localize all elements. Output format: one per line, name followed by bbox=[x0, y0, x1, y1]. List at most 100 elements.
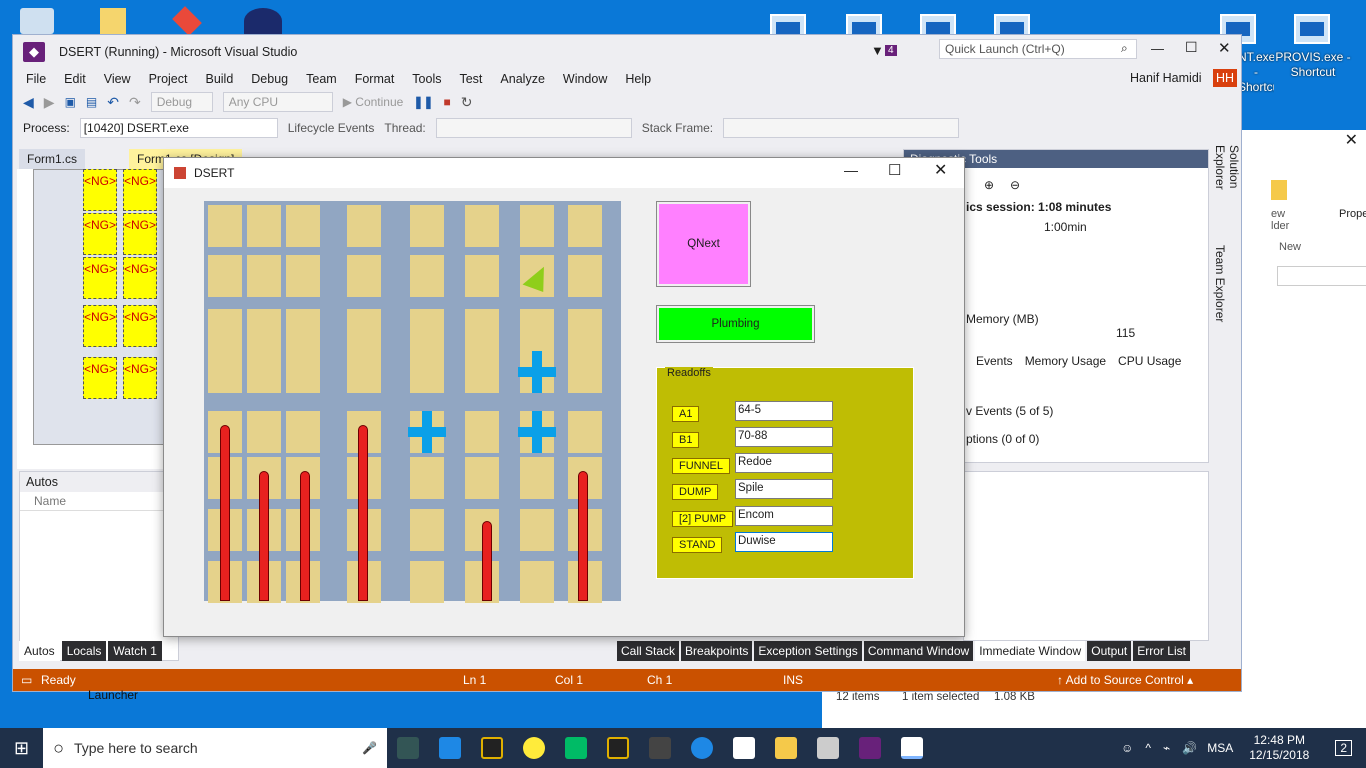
board-cell[interactable] bbox=[520, 457, 554, 499]
board-cell[interactable] bbox=[410, 205, 444, 247]
board-cell[interactable] bbox=[208, 255, 242, 297]
ng-cell[interactable]: <NG> bbox=[83, 305, 117, 347]
pause-icon[interactable]: ❚❚ bbox=[413, 95, 433, 109]
thread-select[interactable] bbox=[435, 118, 632, 138]
ng-cell[interactable]: <NG> bbox=[123, 357, 157, 399]
textbox-b1[interactable]: 70-88 bbox=[735, 427, 833, 447]
tab-locals[interactable]: Locals bbox=[61, 641, 107, 661]
app-v-icon[interactable] bbox=[607, 737, 630, 759]
board-cell[interactable] bbox=[568, 255, 602, 297]
tab-command-window[interactable]: Command Window bbox=[863, 641, 974, 661]
board-cell[interactable] bbox=[410, 457, 444, 499]
board-cell[interactable] bbox=[410, 309, 444, 351]
visual-studio-icon[interactable] bbox=[859, 737, 882, 759]
clock[interactable]: 12:48 PM 12/15/2018 bbox=[1249, 733, 1309, 763]
board-cell[interactable] bbox=[465, 309, 499, 351]
textbox-pump[interactable]: Encom bbox=[735, 506, 833, 526]
continue-button[interactable]: ▶ Continue bbox=[343, 95, 404, 109]
microphone-icon[interactable]: 🎤 bbox=[362, 741, 377, 755]
ng-cell[interactable]: <NG> bbox=[123, 305, 157, 347]
board-cell[interactable] bbox=[410, 351, 444, 393]
board-cell[interactable] bbox=[286, 411, 320, 453]
filter-icon[interactable]: ▼ bbox=[871, 43, 884, 58]
menu-debug[interactable]: Debug bbox=[242, 72, 297, 86]
tab-cpu-usage[interactable]: CPU Usage bbox=[1118, 354, 1181, 368]
process-select[interactable]: [10420] DSERT.exe bbox=[79, 118, 278, 138]
save-icon[interactable]: ▣ bbox=[65, 95, 76, 109]
app-icon[interactable] bbox=[565, 737, 588, 759]
tab-form1-cs[interactable]: Form1.cs bbox=[19, 149, 86, 169]
triangle-app-icon[interactable] bbox=[649, 737, 672, 759]
eclipse-icon[interactable] bbox=[244, 8, 282, 34]
platform-select[interactable]: Any CPU bbox=[222, 92, 333, 112]
pipe-cross-piece[interactable] bbox=[518, 411, 556, 453]
edge-icon[interactable] bbox=[439, 737, 462, 759]
notification-icon[interactable]: 2 bbox=[1335, 740, 1352, 756]
notification-count[interactable]: 4 bbox=[885, 45, 897, 56]
autos-name-column[interactable]: Name bbox=[20, 492, 178, 511]
app-icon[interactable] bbox=[172, 6, 202, 36]
lifecycle-events[interactable]: Lifecycle Events bbox=[288, 121, 375, 135]
back-icon[interactable]: ◀ bbox=[23, 94, 34, 111]
close-icon[interactable]: ✕ bbox=[934, 160, 947, 180]
minimize-icon[interactable]: — bbox=[1151, 41, 1164, 56]
board-cell[interactable] bbox=[247, 411, 281, 453]
board-cell[interactable] bbox=[520, 561, 554, 603]
tab-memory-usage[interactable]: Memory Usage bbox=[1025, 354, 1106, 368]
board-cell[interactable] bbox=[568, 309, 602, 351]
board-cell[interactable] bbox=[247, 255, 281, 297]
tab-watch-1[interactable]: Watch 1 bbox=[108, 641, 162, 661]
board-cell[interactable] bbox=[286, 309, 320, 351]
tab-autos[interactable]: Autos bbox=[19, 641, 60, 661]
chat-icon[interactable] bbox=[691, 737, 714, 759]
board-cell[interactable] bbox=[410, 255, 444, 297]
board-cell[interactable] bbox=[465, 205, 499, 247]
board-cell[interactable] bbox=[347, 205, 381, 247]
board-cell[interactable] bbox=[208, 309, 242, 351]
board-cell[interactable] bbox=[286, 255, 320, 297]
desktop-icon[interactable] bbox=[1294, 14, 1330, 44]
menu-team[interactable]: Team bbox=[297, 72, 346, 86]
lightbulb-icon[interactable] bbox=[523, 737, 546, 759]
qnext-button[interactable]: QNext bbox=[656, 201, 751, 287]
board-cell[interactable] bbox=[568, 411, 602, 453]
search-icon[interactable]: ⌕ bbox=[1121, 41, 1128, 56]
start-icon[interactable]: ⊞ bbox=[14, 738, 29, 759]
ng-cell[interactable]: <NG> bbox=[83, 357, 117, 399]
restart-icon[interactable]: ↻ bbox=[461, 94, 473, 111]
textbox-dump[interactable]: Spile bbox=[735, 479, 833, 499]
textbox-stand[interactable]: Duwise bbox=[735, 532, 833, 552]
package-icon[interactable] bbox=[817, 737, 840, 759]
ng-cell[interactable]: <NG> bbox=[123, 257, 157, 299]
board-cell[interactable] bbox=[208, 351, 242, 393]
maximize-icon[interactable]: ☐ bbox=[1185, 39, 1198, 56]
board-cell[interactable] bbox=[465, 457, 499, 499]
volume-icon[interactable]: 🔊 bbox=[1182, 741, 1197, 755]
add-to-source-control[interactable]: ↑ Add to Source Control ▴ bbox=[1057, 673, 1193, 687]
board-cell[interactable] bbox=[247, 205, 281, 247]
keyboard-language[interactable]: MSA bbox=[1207, 741, 1233, 755]
ng-cell[interactable]: <NG> bbox=[123, 169, 157, 211]
menu-format[interactable]: Format bbox=[346, 72, 404, 86]
board-cell[interactable] bbox=[347, 309, 381, 351]
undo-icon[interactable]: ↶ bbox=[107, 94, 119, 111]
file-explorer-icon[interactable] bbox=[775, 737, 798, 759]
menu-project[interactable]: Project bbox=[140, 72, 197, 86]
board-cell[interactable] bbox=[286, 351, 320, 393]
stop-icon[interactable]: ■ bbox=[443, 95, 450, 109]
events-count[interactable]: v Events (5 of 5) bbox=[966, 404, 1053, 418]
zoom-in-icon[interactable]: ⊕ bbox=[984, 178, 994, 192]
quick-launch-input[interactable]: Quick Launch (Ctrl+Q) bbox=[939, 39, 1137, 59]
pipe-cross-piece[interactable] bbox=[518, 351, 556, 393]
ng-cell[interactable]: <NG> bbox=[83, 213, 117, 255]
menu-edit[interactable]: Edit bbox=[55, 72, 95, 86]
task-view-icon[interactable] bbox=[397, 737, 420, 759]
board-cell[interactable] bbox=[568, 351, 602, 393]
board-cell[interactable] bbox=[465, 411, 499, 453]
board-cell[interactable] bbox=[568, 205, 602, 247]
maximize-icon[interactable]: ☐ bbox=[888, 161, 901, 179]
tab-team-explorer[interactable]: Team Explorer bbox=[1213, 245, 1227, 325]
board-cell[interactable] bbox=[520, 205, 554, 247]
menu-file[interactable]: File bbox=[17, 72, 55, 86]
tab-breakpoints[interactable]: Breakpoints bbox=[681, 641, 753, 661]
